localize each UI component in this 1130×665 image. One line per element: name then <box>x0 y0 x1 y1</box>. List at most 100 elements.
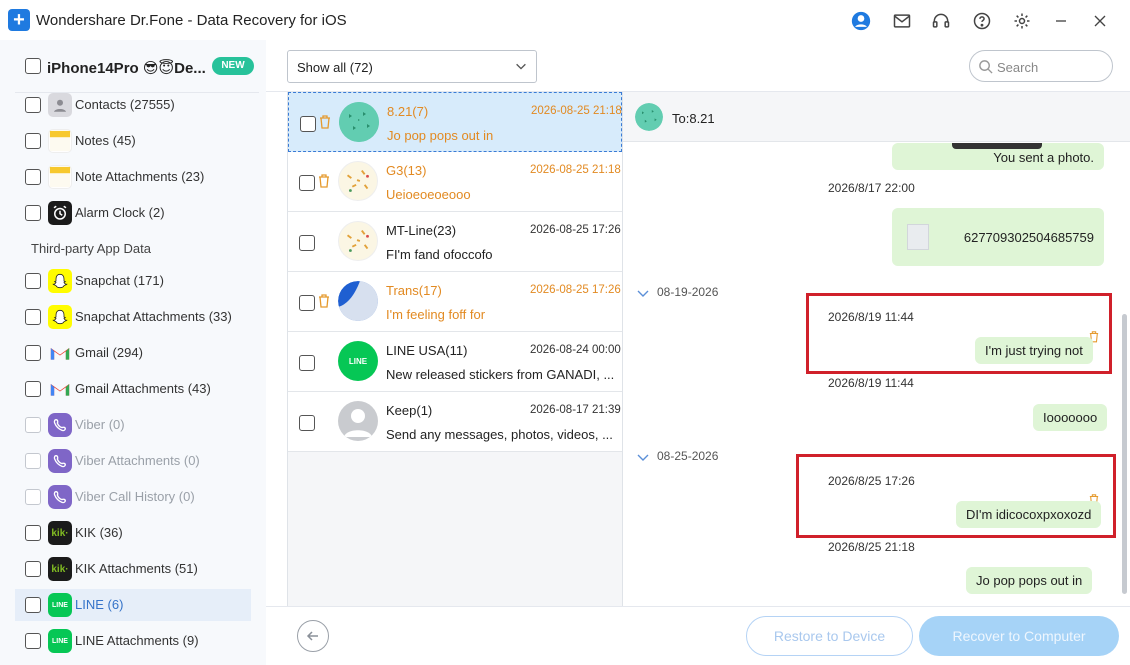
checkbox[interactable] <box>25 633 41 649</box>
date-separator[interactable]: 08-25-2026 <box>637 449 718 463</box>
minimize-icon[interactable] <box>1049 9 1073 33</box>
checkbox[interactable] <box>299 355 315 371</box>
deleted-trash-icon <box>318 294 330 308</box>
chat-scrollbar[interactable] <box>1122 314 1127 594</box>
sidebar-item-alarm-clock[interactable]: Alarm Clock (2) <box>15 197 251 229</box>
conversation-preview: FI'm fand ofoccofo <box>386 247 493 262</box>
chat-header: To:8.21 <box>623 92 1130 142</box>
sidebar-item-label: Notes (45) <box>75 133 136 148</box>
list-item[interactable]: Keep(1) 2026-08-17 21:39 Send any messag… <box>288 392 622 452</box>
line-icon: LINE <box>48 629 72 653</box>
conversation-preview: I'm feeling foff for <box>386 307 486 322</box>
device-row[interactable]: iPhone14Pro 😎😇De... NEW <box>0 52 266 82</box>
support-headset-icon[interactable] <box>929 9 953 33</box>
sidebar-item-notes[interactable]: Notes (45) <box>15 125 251 157</box>
checkbox[interactable] <box>25 205 41 221</box>
device-checkbox[interactable] <box>25 58 41 74</box>
date-separator-label: 08-25-2026 <box>657 449 719 463</box>
checkbox[interactable] <box>25 133 41 149</box>
sidebar-item-viber: Viber (0) <box>15 409 251 441</box>
contacts-icon <box>48 93 72 117</box>
checkbox[interactable] <box>25 561 41 577</box>
search-box[interactable] <box>969 50 1113 82</box>
conversation-time: 2026-08-24 00:00 <box>530 344 621 356</box>
conversation-list: 8.21(7) 2026-08-25 21:18 Jo pop pops out… <box>287 92 623 606</box>
sidebar-item-label: Gmail (294) <box>75 345 143 360</box>
date-separator[interactable]: 08-19-2026 <box>637 285 718 299</box>
footer-divider <box>266 606 1130 607</box>
sidebar-item-label: Snapchat (171) <box>75 273 164 288</box>
list-item[interactable]: Trans(17) 2026-08-25 17:26 I'm feeling f… <box>288 272 622 332</box>
list-item[interactable]: MT-Line(23) 2026-08-25 17:26 FI'm fand o… <box>288 212 622 272</box>
sidebar-item-snapchat[interactable]: Snapchat (171) <box>15 265 251 297</box>
conversation-name: G3(13) <box>386 163 427 178</box>
sidebar-item-label: Viber (0) <box>75 417 125 432</box>
checkbox[interactable] <box>299 295 315 311</box>
list-item[interactable]: 8.21(7) 2026-08-25 21:18 Jo pop pops out… <box>288 92 622 152</box>
back-button[interactable] <box>297 620 329 652</box>
checkbox[interactable] <box>25 525 41 541</box>
account-icon[interactable] <box>849 9 873 33</box>
checkbox[interactable] <box>299 175 315 191</box>
snapchat-icon <box>48 269 72 293</box>
kik-icon: kik· <box>48 521 72 545</box>
photo-message-bubble[interactable]: You sent a photo. <box>892 143 1104 170</box>
mail-icon[interactable] <box>890 9 914 33</box>
checkbox[interactable] <box>25 597 41 613</box>
sidebar-item-label: Viber Call History (0) <box>75 489 195 504</box>
checkbox[interactable] <box>25 345 41 361</box>
message-timestamp: 2026/8/25 21:18 <box>828 540 915 554</box>
checkbox[interactable] <box>25 381 41 397</box>
message-bubble[interactable]: Jo pop pops out in <box>966 567 1093 594</box>
checkbox[interactable] <box>299 415 315 431</box>
message-bubble[interactable]: DI'm idicocoxpxoxozd <box>956 501 1102 528</box>
sidebar-item-snapchat-attachments[interactable]: Snapchat Attachments (33) <box>15 301 251 333</box>
sidebar-item-kik-attachments[interactable]: kik· KIK Attachments (51) <box>15 553 251 585</box>
list-item[interactable]: G3(13) 2026-08-25 21:18 Ueioeoeoeooo <box>288 152 622 212</box>
settings-gear-icon[interactable] <box>1010 9 1034 33</box>
message-bubble[interactable]: I'm just trying not <box>975 337 1093 364</box>
deleted-trash-icon <box>318 174 330 188</box>
conversation-name: 8.21(7) <box>387 104 429 119</box>
sidebar-item-label: KIK (36) <box>75 525 123 540</box>
conversation-preview: Send any messages, photos, videos, ... <box>386 427 613 442</box>
notes-icon <box>48 165 72 189</box>
conversation-time: 2026-08-25 21:18 <box>530 164 621 176</box>
checkbox[interactable] <box>25 309 41 325</box>
avatar <box>339 102 379 142</box>
restore-to-device-button[interactable]: Restore to Device <box>746 616 913 656</box>
checkbox[interactable] <box>299 235 315 251</box>
checkbox[interactable] <box>25 97 41 113</box>
sidebar-item-line-attachments[interactable]: LINE LINE Attachments (9) <box>15 625 251 657</box>
recover-to-computer-button[interactable]: Recover to Computer <box>919 616 1119 656</box>
sidebar-item-contacts[interactable]: Contacts (27555) <box>15 89 251 121</box>
avatar <box>338 281 378 321</box>
sidebar-item-note-attachments[interactable]: Note Attachments (23) <box>15 161 251 193</box>
checkbox <box>25 417 41 433</box>
arrow-left-icon <box>306 631 318 641</box>
chevron-down-icon <box>514 59 528 73</box>
conversation-name: Trans(17) <box>386 283 442 298</box>
help-icon[interactable] <box>970 9 994 33</box>
file-icon <box>907 224 929 250</box>
filter-value: Show all (72) <box>297 60 373 75</box>
checkbox[interactable] <box>25 273 41 289</box>
list-item[interactable]: LINE LINE USA(11) 2026-08-24 00:00 New r… <box>288 332 622 392</box>
message-bubble[interactable]: Iooooooo <box>1033 404 1108 431</box>
file-message-bubble[interactable]: 627709302504685759 <box>892 208 1104 266</box>
checkbox[interactable] <box>300 116 316 132</box>
sidebar-item-kik[interactable]: kik· KIK (36) <box>15 517 251 549</box>
section-third-party: Third-party App Data <box>31 241 151 256</box>
checkbox[interactable] <box>25 169 41 185</box>
close-icon[interactable] <box>1088 9 1112 33</box>
sidebar-item-gmail[interactable]: Gmail (294) <box>15 337 251 369</box>
message-text: 627709302504685759 <box>963 230 1094 245</box>
avatar <box>338 221 378 261</box>
snapchat-icon <box>48 305 72 329</box>
sidebar-item-line[interactable]: LINE LINE (6) <box>15 589 251 621</box>
sidebar-item-gmail-attachments[interactable]: Gmail Attachments (43) <box>15 373 251 405</box>
filter-dropdown[interactable]: Show all (72) <box>287 50 537 83</box>
chevron-down-icon <box>637 452 649 462</box>
search-icon <box>979 60 993 74</box>
search-input[interactable] <box>997 58 1102 76</box>
